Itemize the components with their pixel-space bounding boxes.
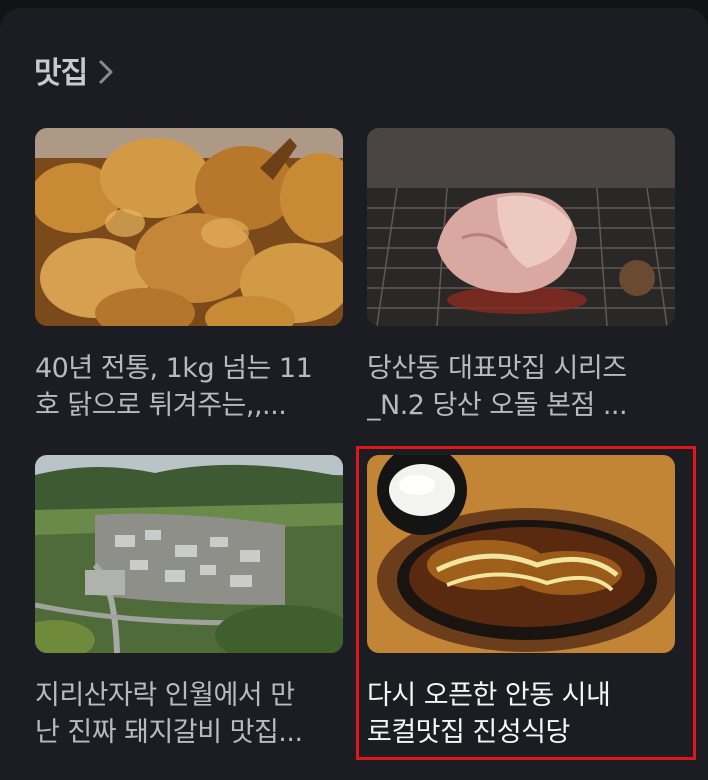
item-title-line: 지리산자락 인월에서 만 — [35, 680, 295, 711]
list-item[interactable]: 지리산자락 인월에서 만 난 진짜 돼지갈비 맛집... — [35, 455, 343, 751]
fried-chicken-photo[interactable] — [35, 128, 343, 326]
item-title-line: 호 닭으로 튀겨주는,,... — [35, 390, 287, 421]
chevron-right-icon — [97, 57, 115, 87]
section-title: 맛집 — [34, 56, 88, 91]
item-title[interactable]: 지리산자락 인월에서 만 난 진짜 돼지갈비 맛집... — [35, 677, 343, 751]
list-item[interactable]: 40년 전통, 1kg 넘는 11 호 닭으로 튀겨주는,,... — [35, 128, 343, 424]
selection-highlight — [356, 446, 696, 760]
item-title[interactable]: 40년 전통, 1kg 넘는 11 호 닭으로 튀겨주는,,... — [35, 350, 343, 424]
item-title-line: 난 진짜 돼지갈비 맛집... — [35, 717, 303, 748]
section-header[interactable]: 맛집 — [34, 48, 115, 92]
item-title-line: _N.2 당산 오돌 본점 ... — [367, 390, 628, 421]
grilled-pork-photo[interactable] — [367, 128, 675, 326]
item-title[interactable]: 당산동 대표맛집 시리즈 _N.2 당산 오돌 본점 ... — [367, 350, 675, 424]
item-title-line: 당산동 대표맛집 시리즈 — [367, 353, 627, 384]
list-item[interactable]: 당산동 대표맛집 시리즈 _N.2 당산 오돌 본점 ... — [367, 128, 675, 424]
aerial-village-photo[interactable] — [35, 455, 343, 653]
item-title-line: 40년 전통, 1kg 넘는 11 — [35, 353, 313, 384]
